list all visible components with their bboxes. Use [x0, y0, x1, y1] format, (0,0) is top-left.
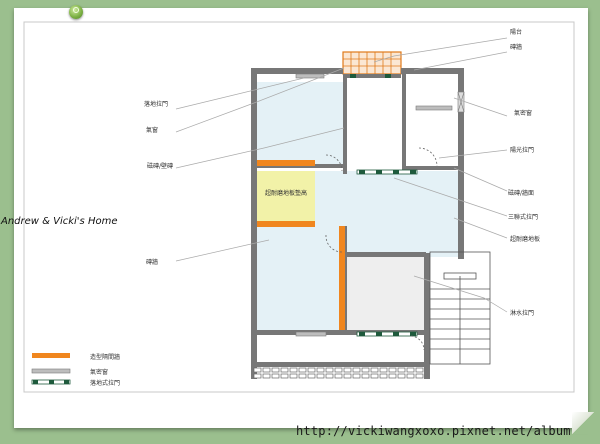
railing-cell: [307, 367, 316, 373]
legend: 造型隔間牆 氣密窗 落地式拉門: [31, 353, 120, 387]
railing-cell: [280, 367, 289, 373]
legend-label-orange-wall: 造型隔間牆: [90, 353, 120, 361]
railing-cell: [388, 367, 397, 373]
legend-swatch-orange-wall: [32, 353, 70, 358]
railing-cell: [334, 367, 343, 373]
railing-cell: [325, 367, 334, 373]
legend-label-sliding-door: 落地式拉門: [90, 379, 120, 387]
railing-cell: [298, 367, 307, 373]
railing-cell: [271, 373, 280, 379]
railing-cell: [307, 373, 316, 379]
railing-cell: [406, 373, 415, 379]
top-balcony-railing: [342, 51, 402, 75]
railing-cell: [397, 367, 406, 373]
floor-raised-area: [257, 171, 315, 226]
callout-shower-door: 淋水拉門: [510, 309, 534, 317]
railing-cell: [289, 367, 298, 373]
railing-cell: [343, 367, 352, 373]
railing-cell: [334, 373, 343, 379]
railing-cell: [406, 367, 415, 373]
railing-cell: [388, 373, 397, 379]
callout-balcony: 陽台: [510, 28, 522, 36]
room-label-raised-floor: 超耐磨地板墊高: [265, 189, 307, 197]
callout-brick-wall-left: 磚牆: [146, 258, 158, 266]
railing-cell: [316, 367, 325, 373]
floor-top-right-room: [406, 84, 458, 166]
page-curl-corner: [572, 412, 594, 434]
floor-top-left-room: [257, 82, 343, 168]
floor-bottom-left-room: [257, 226, 343, 330]
signature-text: Andrew & Vicki's Home: [1, 216, 118, 227]
railing-cell: [271, 367, 280, 373]
legend-label-window: 氣密窗: [90, 368, 108, 376]
callout-triple-sliding-door: 三聯式拉門: [508, 213, 538, 221]
callout-vent-window: 氣窗: [146, 126, 158, 134]
bottom-balcony-railing: [253, 367, 424, 379]
railing-cell: [379, 367, 388, 373]
floor-bathroom: [346, 257, 426, 330]
legend-swatch-window: [31, 368, 71, 374]
railing-cell: [262, 367, 271, 373]
callout-tile-wall: 磁磚/牆面: [508, 189, 534, 197]
callout-wood-floor: 超耐磨地板: [510, 235, 540, 243]
callout-brick-wall-top: 磚牆: [510, 43, 522, 51]
railing-cell: [379, 373, 388, 379]
railing-cell: [397, 373, 406, 379]
floor-top-middle-room: [347, 84, 402, 174]
watermark-url: http://vickiwangxoxo.pixnet.net/album: [296, 424, 571, 438]
railing-cell: [370, 367, 379, 373]
railing-cell: [280, 373, 289, 379]
railing-cell: [289, 373, 298, 379]
railing-cell: [415, 373, 424, 379]
pin-icon: [69, 5, 83, 19]
railing-cell: [352, 373, 361, 379]
callout-sun-sliding-door: 陽光拉門: [510, 146, 534, 154]
railing-cell: [253, 373, 262, 379]
railing-cell: [298, 373, 307, 379]
railing-cell: [343, 373, 352, 379]
railing-cell: [415, 367, 424, 373]
railing-cell: [352, 367, 361, 373]
railing-cell: [316, 373, 325, 379]
railing-cell: [361, 367, 370, 373]
callout-air-tight-window: 氣密窗: [514, 109, 532, 117]
railing-cell: [262, 373, 271, 379]
railing-cell: [370, 373, 379, 379]
railing-cell: [253, 367, 262, 373]
staircase: [429, 251, 491, 365]
right-callouts: 陽台 磚牆 氣密窗 陽光拉門 磁磚/牆面 三聯式拉門 超耐磨地板 淋水拉門: [508, 28, 540, 317]
railing-cell: [361, 373, 370, 379]
callout-tile-wall-left: 磁磚/壁磚: [147, 162, 173, 170]
callout-floor-sliding-door: 落地拉門: [144, 100, 168, 108]
left-callouts: 落地拉門 氣窗 磁磚/壁磚 磚牆: [144, 100, 173, 266]
railing-cell: [325, 373, 334, 379]
